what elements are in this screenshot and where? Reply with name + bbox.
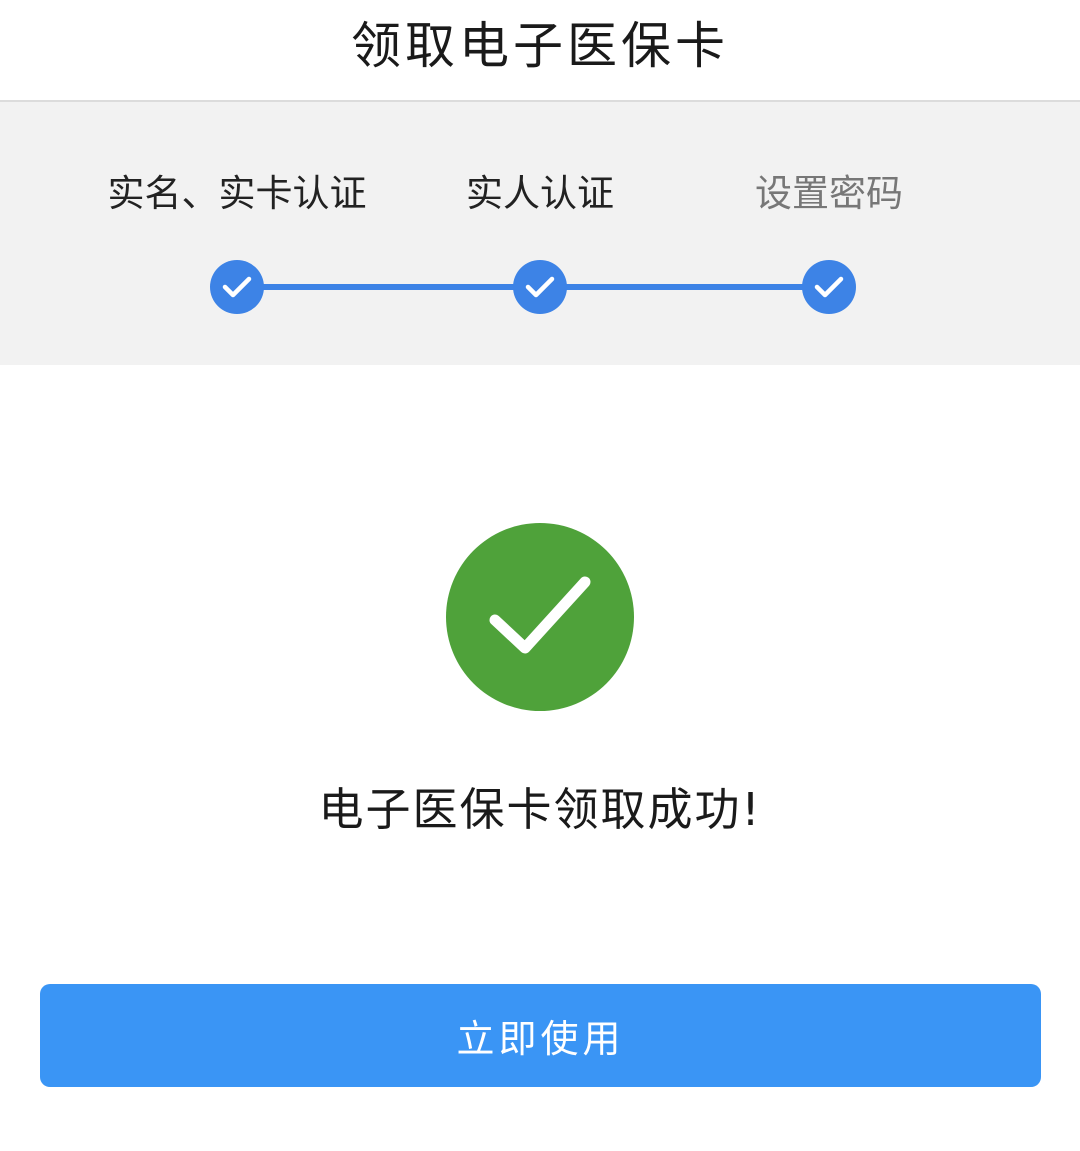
use-now-button[interactable]: 立即使用: [40, 984, 1041, 1087]
step-label-realname: 实名、实卡认证: [107, 172, 367, 215]
header-bar: 领取电子医保卡: [0, 0, 1080, 102]
step-label-set-password: 设置密码: [755, 172, 903, 215]
page: 领取电子医保卡 实名、实卡认证 实人认证 设置密码 电子医保卡领取成功! 立即使…: [0, 0, 1080, 1151]
step-connector-2: [540, 284, 829, 290]
page-title: 领取电子医保卡: [351, 17, 729, 75]
step-2-check-icon: [513, 260, 567, 314]
step-label-face-verify: 实人认证: [466, 172, 614, 215]
step-1-check-icon: [210, 260, 264, 314]
step-3-check-icon: [802, 260, 856, 314]
success-check-icon: [446, 523, 634, 711]
step-connector-1: [237, 284, 540, 290]
progress-steps: 实名、实卡认证 实人认证 设置密码: [0, 102, 1080, 365]
success-message: 电子医保卡领取成功!: [318, 783, 762, 836]
